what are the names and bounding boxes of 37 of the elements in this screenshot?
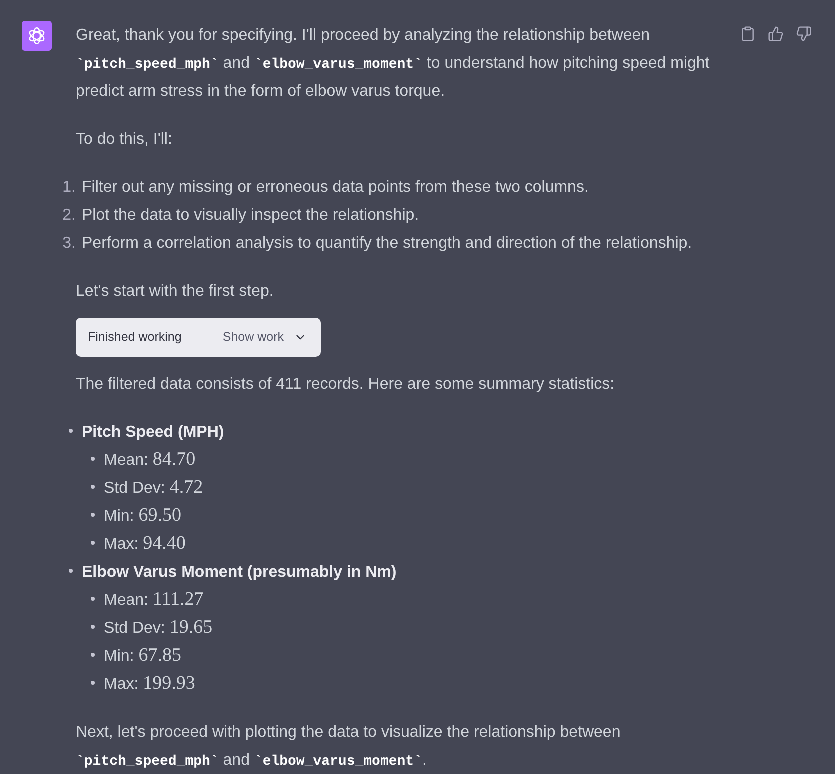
statistic-text: Mean: 84.70 [104,448,196,472]
list-item-text: Filter out any missing or erroneous data points from these two columns. [82,178,589,198]
bullet-icon [91,653,95,657]
status-label: Finished working [88,329,182,346]
clipboard-icon[interactable] [740,26,756,42]
statistic-text: Min: 67.85 [104,644,182,668]
bullet-icon [91,457,95,461]
bullet-heading: Elbow Varus Moment (presumably in Nm) [82,563,397,583]
statistic-text: Max: 199.93 [104,672,196,696]
bullet-icon [91,513,95,517]
list-item-text: Plot the data to visually inspect the relationship. [82,206,420,226]
statistic-text: Min: 69.50 [104,504,182,528]
bullet-icon [69,429,73,433]
bullet-icon [91,485,95,489]
list-number: 2. [62,206,76,226]
list-number: 3. [62,234,76,254]
bullet-icon [91,625,95,629]
logo-avatar-icon [22,21,52,51]
message-paragraph: Next, let's proceed with plotting the data to visualize the relationship between `pitch_speed_mph` and `elbow_varus_moment`. [76,723,622,772]
bullet-icon [91,681,95,685]
bullet-icon [69,569,73,573]
message-paragraph: Let's start with the first step. [76,282,275,302]
list-item-text: Perform a correlation analysis to quantify the strength and direction of the relationship. [82,234,692,254]
bullet-icon [91,541,95,545]
statistic-text: Std Dev: 19.65 [104,616,213,640]
statistic-text: Max: 94.40 [104,532,186,556]
bullet-heading: Pitch Speed (MPH) [82,423,224,443]
statistic-text: Std Dev: 4.72 [104,476,204,500]
message-paragraph: Great, thank you for specifying. I'll proceed by analyzing the relationship between `pitch_speed_mph` and `elbow_varus_moment` to understand how pitching speed might predict arm stress in the form of elbow varus torque. [76,26,711,102]
thumbs-up-icon[interactable] [768,26,784,42]
show-work-button[interactable]: Show work [222,328,307,347]
statistic-text: Mean: 111.27 [104,588,204,612]
bullet-icon [91,597,95,601]
message-paragraph: To do this, I'll: [76,130,174,150]
thumbs-down-icon[interactable] [796,26,812,42]
list-number: 1. [62,178,76,198]
message-paragraph: The filtered data consists of 411 records. Here are some summary statistics: [76,375,616,395]
